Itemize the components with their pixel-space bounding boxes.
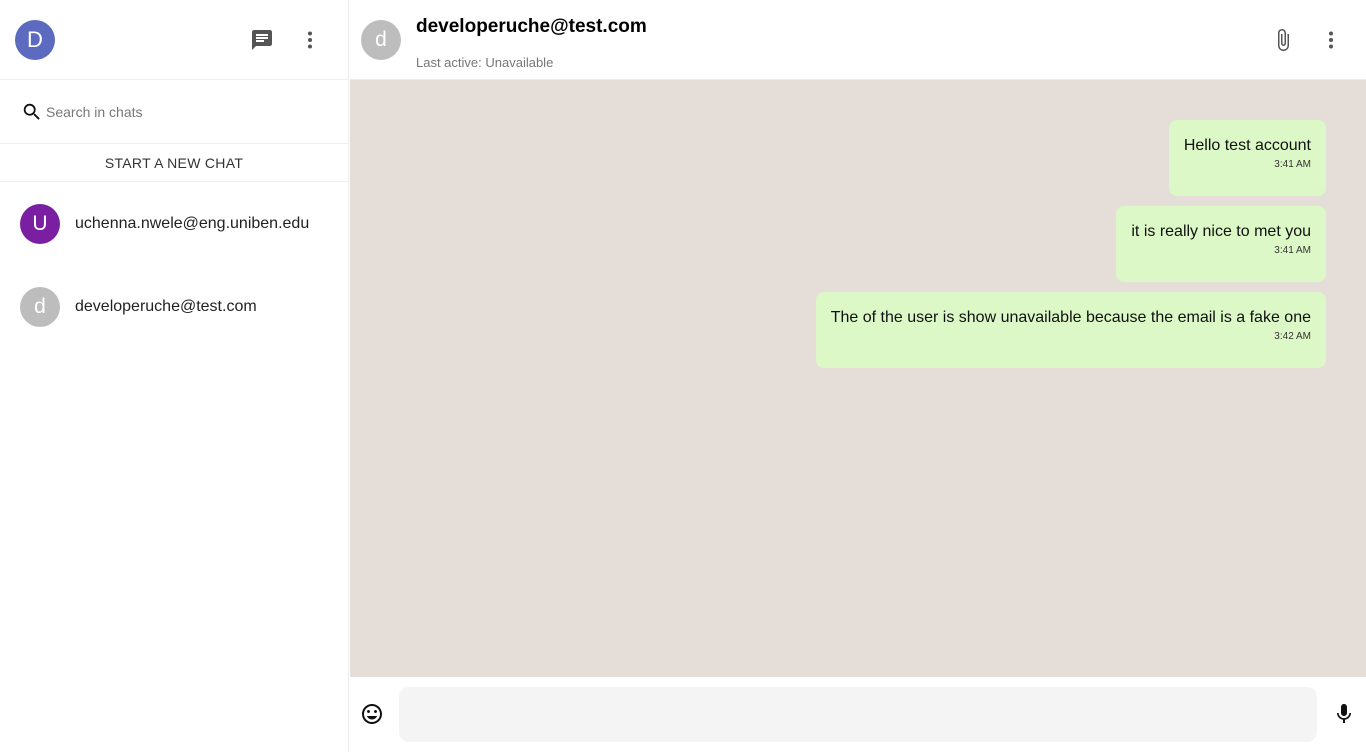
more-vert-icon <box>308 31 312 49</box>
message-bubble: Hello test account 3:41 AM <box>1168 120 1326 196</box>
message-time: 3:41 AM <box>1274 159 1311 170</box>
user-avatar[interactable]: D <box>15 20 55 60</box>
attach-icon <box>1278 29 1289 51</box>
new-chat-icon-button[interactable] <box>242 20 282 60</box>
avatar: d <box>20 286 60 327</box>
chat-app: D START A NEW CHAT U uchenna.nwel <box>0 0 1366 752</box>
conversation-panel: d developeruche@test.com Last active: Un… <box>350 0 1366 752</box>
chat-name: uchenna.nwele@eng.uniben.edu <box>75 214 310 232</box>
message-area: Hello test account 3:41 AM it is really … <box>350 80 1366 677</box>
sidebar-more-button[interactable] <box>290 20 330 60</box>
message-time: 3:42 AM <box>1274 331 1311 342</box>
conversation-more-button[interactable] <box>1311 20 1351 60</box>
last-active-status: Last active: Unavailable <box>416 55 554 70</box>
more-vert-icon <box>1329 31 1333 49</box>
message-composer <box>350 677 1366 752</box>
message-text: it is really nice to met you <box>1131 223 1311 240</box>
sidebar-header: D <box>0 0 348 80</box>
chat-list: U uchenna.nwele@eng.uniben.edu d develop… <box>0 182 348 348</box>
message-bubble: The of the user is show unavailable beca… <box>815 292 1326 368</box>
chat-list-item[interactable]: U uchenna.nwele@eng.uniben.edu <box>0 182 348 265</box>
message-input[interactable] <box>399 687 1317 742</box>
contact-avatar[interactable]: d <box>361 20 401 60</box>
emoji-button[interactable] <box>352 694 392 734</box>
chat-icon <box>252 30 272 50</box>
voice-message-button[interactable] <box>1324 694 1364 734</box>
message-bubble: it is really nice to met you 3:41 AM <box>1116 206 1326 282</box>
message-text: The of the user is show unavailable beca… <box>830 309 1311 326</box>
search-bar <box>0 80 348 144</box>
avatar: U <box>20 203 60 244</box>
attach-button[interactable] <box>1263 20 1303 60</box>
search-icon <box>23 103 40 120</box>
sidebar: D START A NEW CHAT U uchenna.nwel <box>0 0 349 752</box>
chat-name: developeruche@test.com <box>75 297 257 315</box>
mic-icon <box>1337 704 1351 723</box>
contact-name: developeruche@test.com <box>416 16 647 37</box>
message-time: 3:41 AM <box>1274 245 1311 256</box>
chat-list-item[interactable]: d developeruche@test.com <box>0 265 348 348</box>
emoji-icon <box>362 704 382 724</box>
start-new-chat-button[interactable]: START A NEW CHAT <box>0 144 348 182</box>
message-text: Hello test account <box>1183 137 1311 154</box>
conversation-header: d developeruche@test.com Last active: Un… <box>350 0 1366 80</box>
search-input[interactable] <box>46 100 336 124</box>
